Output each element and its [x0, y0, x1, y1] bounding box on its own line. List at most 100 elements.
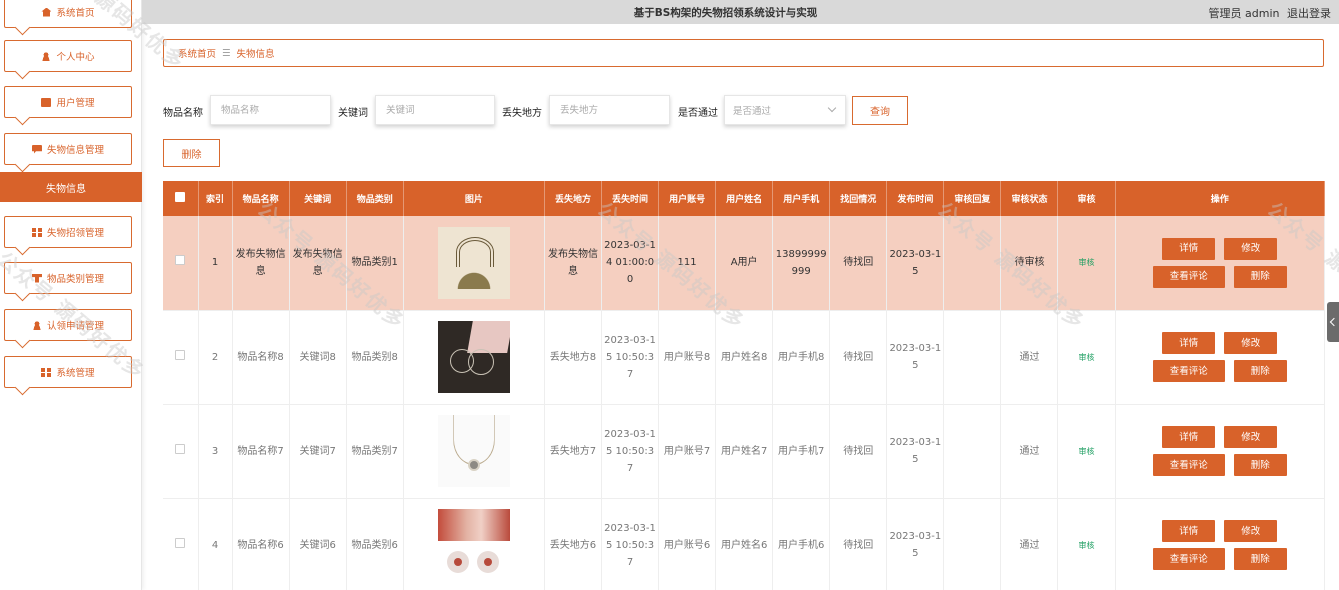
- col-status: 审核状态: [1000, 181, 1059, 216]
- briefcase-icon: [41, 97, 52, 107]
- cell-image: [403, 404, 545, 499]
- row-checkbox[interactable]: [163, 310, 199, 405]
- cell-username: 用户姓名7: [715, 404, 774, 499]
- cell-image: [403, 216, 545, 311]
- breadcrumb-separator-icon: ☰: [222, 47, 231, 59]
- view-comments-button[interactable]: 查看评论: [1152, 454, 1225, 476]
- item-image[interactable]: [437, 321, 510, 393]
- cell-category: 物品类别1: [346, 216, 404, 311]
- sidebar-item-home[interactable]: 系统首页: [4, 0, 132, 28]
- view-comments-button[interactable]: 查看评论: [1152, 548, 1225, 570]
- passed-select[interactable]: 是否通过: [724, 95, 846, 125]
- sidebar-item-label: 系统管理: [56, 368, 95, 379]
- user-icon: [31, 320, 42, 330]
- sidebar-item-label: 系统首页: [56, 8, 95, 19]
- sidebar-item-system[interactable]: 系统管理: [4, 356, 132, 388]
- cell-image: [403, 498, 545, 590]
- cell-name: 发布失物信息: [232, 216, 290, 311]
- breadcrumb-home[interactable]: 系统首页: [178, 46, 216, 60]
- cell-image: [403, 310, 545, 405]
- cell-place: 丢失地方7: [544, 404, 602, 499]
- cell-account: 用户账号7: [658, 404, 717, 499]
- batch-delete-button[interactable]: 删除: [163, 139, 220, 167]
- item-image[interactable]: [437, 415, 510, 487]
- detail-button[interactable]: 详情: [1162, 237, 1216, 260]
- table-row: 1 发布失物信息 发布失物信息 物品类别1 发布失物信息 2023-03-14 …: [163, 216, 1326, 311]
- cell-audit: 审核: [1057, 216, 1116, 311]
- checkbox-icon: [175, 443, 186, 454]
- cell-time: 2023-03-15 10:50:37: [601, 498, 660, 590]
- grid-icon: [41, 367, 52, 377]
- sidebar-item-profile[interactable]: 个人中心: [4, 40, 132, 72]
- item-image[interactable]: [437, 509, 510, 581]
- delete-button[interactable]: 删除: [1233, 454, 1287, 476]
- audit-link[interactable]: 审核: [1079, 353, 1095, 362]
- audit-link[interactable]: 审核: [1079, 258, 1095, 267]
- sidebar-item-lost-info[interactable]: 失物信息管理: [4, 133, 132, 165]
- passed-select-value: 是否通过: [733, 106, 772, 117]
- cell-audit: 审核: [1057, 498, 1116, 590]
- delete-button[interactable]: 删除: [1233, 265, 1287, 288]
- sidebar-item-category[interactable]: 物品类别管理: [4, 262, 132, 294]
- col-reply: 审核回复: [943, 181, 1002, 216]
- cell-publish: 2023-03-15: [886, 404, 945, 499]
- sidebar-item-label: 物品类别管理: [46, 274, 104, 285]
- select-all-checkbox[interactable]: [163, 181, 199, 216]
- item-image[interactable]: [437, 226, 510, 299]
- cell-ops: 详情 修改 查看评论 删除: [1115, 498, 1326, 590]
- col-place: 丢失地方: [544, 181, 602, 216]
- logout-link[interactable]: 退出登录: [1287, 7, 1331, 20]
- keyword-label: 关键词: [338, 108, 368, 119]
- edit-button[interactable]: 修改: [1224, 520, 1278, 542]
- checkbox-icon: [175, 349, 186, 360]
- detail-button[interactable]: 详情: [1162, 520, 1216, 542]
- audit-link[interactable]: 审核: [1079, 447, 1095, 456]
- side-collapse-handle[interactable]: [1327, 302, 1339, 342]
- sidebar-subitem-lost-info[interactable]: 失物信息: [0, 172, 142, 202]
- sidebar-item-found[interactable]: 失物招领管理: [4, 216, 132, 248]
- view-comments-button[interactable]: 查看评论: [1152, 265, 1225, 288]
- cell-keyword: 关键词6: [289, 498, 347, 590]
- table-header-row: 索引 物品名称 关键词 物品类别 图片 丢失地方 丢失时间 用户账号 用户姓名 …: [163, 181, 1326, 216]
- cell-account: 111: [658, 216, 717, 311]
- row-checkbox[interactable]: [163, 404, 199, 499]
- cell-keyword: 关键词8: [289, 310, 347, 405]
- sidebar-item-label: 个人中心: [56, 52, 95, 63]
- view-comments-button[interactable]: 查看评论: [1152, 360, 1225, 382]
- cell-category: 物品类别8: [346, 310, 404, 405]
- cell-account: 用户账号8: [658, 310, 717, 405]
- row-checkbox[interactable]: [163, 216, 199, 311]
- sidebar-item-label: 失物信息管理: [46, 145, 104, 156]
- name-input[interactable]: [210, 95, 331, 125]
- query-button[interactable]: 查询: [852, 96, 908, 125]
- cell-reply: [943, 404, 1002, 499]
- message-icon: [31, 144, 42, 154]
- cell-status: 待审核: [1000, 216, 1059, 311]
- sidebar-item-claims[interactable]: 认领申请管理: [4, 309, 132, 341]
- audit-link[interactable]: 审核: [1079, 541, 1095, 550]
- home-icon: [41, 7, 52, 17]
- cell-keyword: 发布失物信息: [289, 216, 347, 311]
- detail-button[interactable]: 详情: [1162, 332, 1216, 354]
- detail-button[interactable]: 详情: [1162, 426, 1216, 448]
- keyword-input[interactable]: [375, 95, 495, 125]
- place-label: 丢失地方: [502, 108, 542, 119]
- edit-button[interactable]: 修改: [1224, 426, 1278, 448]
- cell-publish: 2023-03-15: [886, 498, 945, 590]
- place-input[interactable]: [549, 95, 670, 125]
- cell-reply: [943, 310, 1002, 405]
- delete-button[interactable]: 删除: [1233, 360, 1287, 382]
- edit-button[interactable]: 修改: [1224, 332, 1278, 354]
- cell-audit: 审核: [1057, 404, 1116, 499]
- row-checkbox[interactable]: [163, 498, 199, 590]
- col-name: 物品名称: [232, 181, 290, 216]
- table-row: 4 物品名称6 关键词6 物品类别6 丢失地方6 2023-03-15 10:5…: [163, 498, 1326, 590]
- cell-phone: 用户手机6: [772, 498, 831, 590]
- delete-button[interactable]: 删除: [1233, 548, 1287, 570]
- cell-audit: 审核: [1057, 310, 1116, 405]
- sidebar-item-users[interactable]: 用户管理: [4, 86, 132, 118]
- cell-account: 用户账号6: [658, 498, 717, 590]
- top-bar: 基于BS构架的失物招领系统设计与实现 管理员 admin 退出登录: [142, 0, 1339, 24]
- edit-button[interactable]: 修改: [1224, 237, 1278, 260]
- cell-found: 待找回: [829, 498, 888, 590]
